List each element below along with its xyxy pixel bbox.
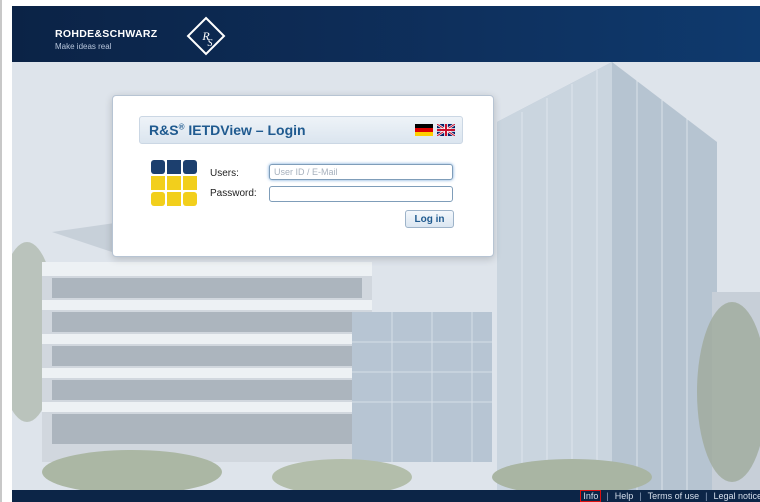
login-title: R&S® IETDView – Login	[149, 122, 306, 138]
footer-link-legal[interactable]: Legal notice	[713, 491, 760, 501]
svg-text:S: S	[208, 38, 213, 49]
footer-bar: Info | Help | Terms of use | Legal notic…	[12, 490, 760, 502]
brand-name: ROHDE&SCHWARZ	[55, 28, 158, 40]
users-input[interactable]	[269, 164, 453, 180]
footer-link-terms[interactable]: Terms of use	[648, 491, 700, 501]
rs-logo-icon: R S	[186, 16, 226, 56]
footer-separator: |	[705, 491, 708, 501]
password-label: Password:	[210, 188, 257, 199]
footer-link-help[interactable]: Help	[615, 491, 634, 501]
footer-separator: |	[639, 491, 642, 501]
login-button[interactable]: Log in	[405, 210, 454, 228]
de-flag-icon[interactable]	[415, 124, 433, 136]
title-suffix: IETDView – Login	[184, 122, 306, 138]
footer-links: Info | Help | Terms of use | Legal notic…	[580, 490, 760, 502]
footer-separator: |	[606, 491, 609, 501]
ietdview-app-icon	[151, 160, 197, 206]
uk-flag-icon[interactable]	[437, 124, 455, 136]
page-frame: ROHDE&SCHWARZ Make ideas real R S R&S® I…	[0, 0, 760, 502]
users-label: Users:	[210, 168, 239, 179]
login-title-bar: R&S® IETDView – Login	[139, 116, 463, 144]
brand-tagline: Make ideas real	[55, 42, 112, 51]
login-card: R&S® IETDView – Login Users: User ID / E…	[112, 95, 494, 257]
title-prefix: R&S	[149, 122, 179, 138]
footer-link-info[interactable]: Info	[580, 490, 602, 502]
password-input[interactable]	[269, 186, 453, 202]
header-bar: ROHDE&SCHWARZ Make ideas real R S	[12, 6, 760, 62]
